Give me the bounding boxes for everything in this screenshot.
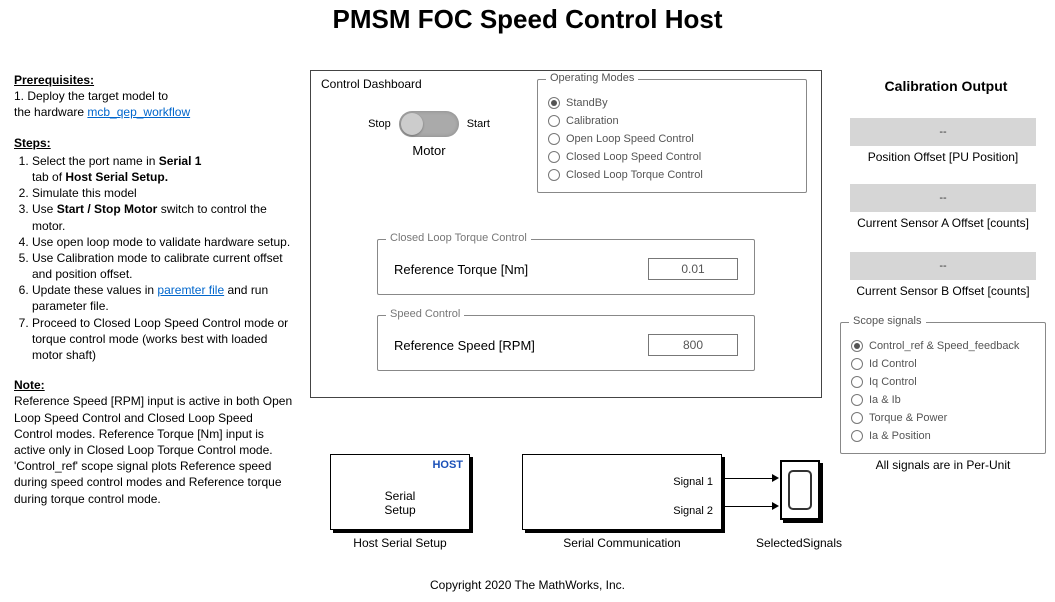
current-b-label: Current Sensor B Offset [counts]: [850, 284, 1036, 298]
serial-comm-block[interactable]: Signal 1 Signal 2: [522, 454, 722, 530]
scopesig-label-0: Control_ref & Speed_feedback: [869, 340, 1019, 352]
note-body: Reference Speed [RPM] input is active in…: [14, 394, 292, 505]
prereq-heading: Prerequisites:: [14, 73, 94, 87]
prereq-text-a: 1. Deploy the target model to: [14, 89, 168, 103]
scopesig-row-4[interactable]: Torque & Power: [851, 409, 1035, 427]
host-text: Serial Setup: [331, 489, 469, 517]
mode-radio-0[interactable]: [548, 97, 560, 109]
mode-label-2: Open Loop Speed Control: [566, 133, 694, 145]
scope-block[interactable]: [780, 460, 820, 520]
step-2: Simulate this model: [32, 185, 294, 201]
position-offset-display: --: [850, 118, 1036, 146]
speed-label: Reference Speed [RPM]: [394, 338, 535, 353]
workflow-link[interactable]: mcb_qep_workflow: [87, 105, 190, 119]
host-tag: HOST: [432, 459, 463, 471]
mode-label-4: Closed Loop Torque Control: [566, 169, 703, 181]
signal-1-label: Signal 1: [673, 476, 713, 488]
scopesig-radio-0[interactable]: [851, 340, 863, 352]
torque-input[interactable]: 0.01: [648, 258, 738, 280]
mode-row-1[interactable]: Calibration: [548, 112, 796, 130]
mode-radio-4[interactable]: [548, 169, 560, 181]
mode-row-0[interactable]: StandBy: [548, 94, 796, 112]
arrow-sig2: [772, 502, 779, 510]
current-a-label: Current Sensor A Offset [counts]: [850, 216, 1036, 230]
scopesig-radio-1[interactable]: [851, 358, 863, 370]
copyright: Copyright 2020 The MathWorks, Inc.: [0, 578, 1055, 592]
start-label: Start: [467, 118, 490, 130]
comm-caption: Serial Communication: [522, 536, 722, 550]
scope-signals-legend: Scope signals: [849, 315, 926, 327]
scopesig-row-0[interactable]: Control_ref & Speed_feedback: [851, 337, 1035, 355]
scope-icon: [788, 470, 812, 510]
scopesig-radio-2[interactable]: [851, 376, 863, 388]
torque-group-legend: Closed Loop Torque Control: [386, 232, 531, 244]
position-offset-label: Position Offset [PU Position]: [850, 150, 1036, 164]
scopesig-row-3[interactable]: Ia & Ib: [851, 391, 1035, 409]
page-title: PMSM FOC Speed Control Host: [0, 4, 1055, 35]
calibration-output-title: Calibration Output: [856, 78, 1036, 94]
mode-radio-1[interactable]: [548, 115, 560, 127]
host-serial-setup-block[interactable]: HOST Serial Setup: [330, 454, 470, 530]
all-signals-note: All signals are in Per-Unit: [848, 458, 1038, 472]
mode-row-4[interactable]: Closed Loop Torque Control: [548, 166, 796, 184]
torque-control-group: Closed Loop Torque Control Reference Tor…: [377, 239, 755, 295]
control-dashboard: Control Dashboard Stop Start Motor Opera…: [310, 70, 822, 398]
scopesig-radio-4[interactable]: [851, 412, 863, 424]
prereq-text-b: the hardware: [14, 105, 87, 119]
step-3: Use Start / Stop Motor switch to control…: [32, 201, 294, 233]
torque-label: Reference Torque [Nm]: [394, 262, 528, 277]
toggle-knob: [401, 113, 423, 135]
scopesig-radio-5[interactable]: [851, 430, 863, 442]
scopesig-label-2: Iq Control: [869, 376, 917, 388]
wire-sig1: [724, 478, 774, 479]
motor-toggle-area: Stop Start Motor: [339, 111, 519, 158]
mode-label-3: Closed Loop Speed Control: [566, 151, 701, 163]
mode-row-3[interactable]: Closed Loop Speed Control: [548, 148, 796, 166]
current-a-display: --: [850, 184, 1036, 212]
speed-group-legend: Speed Control: [386, 308, 464, 320]
host-caption: Host Serial Setup: [330, 536, 470, 550]
step-6: Update these values in paremter file and…: [32, 282, 294, 314]
mode-label-0: StandBy: [566, 97, 608, 109]
step-5: Use Calibration mode to calibrate curren…: [32, 250, 294, 282]
instructions-panel: Prerequisites: 1. Deploy the target mode…: [14, 72, 294, 521]
signal-2-label: Signal 2: [673, 505, 713, 517]
step-4: Use open loop mode to validate hardware …: [32, 234, 294, 250]
scopesig-row-2[interactable]: Iq Control: [851, 373, 1035, 391]
arrow-sig1: [772, 474, 779, 482]
scope-caption: SelectedSignals: [744, 536, 854, 550]
note-heading: Note:: [14, 378, 45, 392]
mode-radio-2[interactable]: [548, 133, 560, 145]
step-1: Select the port name in Serial 1tab of H…: [32, 153, 294, 185]
operating-modes-legend: Operating Modes: [546, 72, 638, 84]
scopesig-row-1[interactable]: Id Control: [851, 355, 1035, 373]
current-b-display: --: [850, 252, 1036, 280]
step-7: Proceed to Closed Loop Speed Control mod…: [32, 315, 294, 364]
mode-radio-3[interactable]: [548, 151, 560, 163]
scopesig-label-4: Torque & Power: [869, 412, 947, 424]
mode-label-1: Calibration: [566, 115, 619, 127]
mode-row-2[interactable]: Open Loop Speed Control: [548, 130, 796, 148]
param-file-link[interactable]: paremter file: [157, 283, 224, 297]
speed-input[interactable]: 800: [648, 334, 738, 356]
steps-heading: Steps:: [14, 136, 51, 150]
scopesig-label-1: Id Control: [869, 358, 917, 370]
scopesig-row-5[interactable]: Ia & Position: [851, 427, 1035, 445]
scopesig-radio-3[interactable]: [851, 394, 863, 406]
operating-modes: Operating Modes StandByCalibrationOpen L…: [537, 79, 807, 193]
dashboard-title: Control Dashboard: [321, 77, 422, 91]
stop-label: Stop: [368, 118, 391, 130]
scopesig-label-3: Ia & Ib: [869, 394, 901, 406]
steps-list: Select the port name in Serial 1tab of H…: [14, 153, 294, 363]
scopesig-label-5: Ia & Position: [869, 430, 931, 442]
motor-label: Motor: [339, 143, 519, 158]
scope-signals: Scope signals Control_ref & Speed_feedba…: [840, 322, 1046, 454]
motor-toggle[interactable]: [399, 111, 459, 137]
wire-sig2: [724, 506, 774, 507]
speed-control-group: Speed Control Reference Speed [RPM] 800: [377, 315, 755, 371]
